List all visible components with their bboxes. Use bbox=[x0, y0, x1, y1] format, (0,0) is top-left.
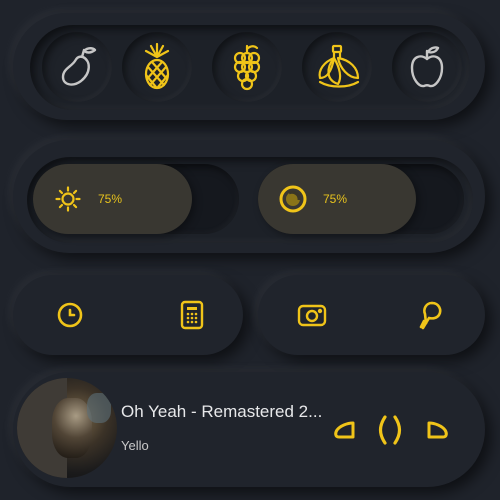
brightness-slider[interactable]: 75% bbox=[33, 164, 239, 234]
camera-icon bbox=[297, 304, 327, 327]
banana-button[interactable] bbox=[302, 32, 372, 102]
next-button[interactable] bbox=[417, 410, 457, 450]
grapes-icon bbox=[233, 44, 261, 91]
calculator-button[interactable] bbox=[172, 295, 212, 335]
grapes-button[interactable] bbox=[212, 32, 282, 102]
mango-icon bbox=[61, 47, 97, 86]
track-title: Oh Yeah - Remastered 2... bbox=[121, 402, 323, 421]
sun-icon bbox=[55, 186, 81, 212]
drumstick-icon bbox=[419, 301, 442, 330]
dial-icon bbox=[279, 185, 307, 213]
clock-icon bbox=[57, 302, 83, 328]
previous-icon bbox=[334, 421, 355, 439]
food-button[interactable] bbox=[410, 295, 450, 335]
track-artist: Yello bbox=[121, 438, 149, 453]
previous-button[interactable] bbox=[325, 410, 365, 450]
apple-icon bbox=[410, 46, 444, 88]
next-icon bbox=[427, 421, 448, 439]
pause-icon bbox=[378, 415, 402, 445]
apple-button[interactable] bbox=[392, 32, 462, 102]
pause-button[interactable] bbox=[370, 410, 410, 450]
pineapple-icon bbox=[144, 43, 170, 90]
mango-button[interactable] bbox=[42, 32, 112, 102]
brightness-value: 75% bbox=[98, 192, 123, 206]
pineapple-button[interactable] bbox=[122, 32, 192, 102]
clock-button[interactable] bbox=[50, 295, 90, 335]
album-art bbox=[17, 378, 117, 478]
calculator-icon bbox=[180, 300, 204, 330]
volume-slider[interactable]: 75% bbox=[258, 164, 464, 234]
camera-button[interactable] bbox=[292, 295, 332, 335]
volume-value: 75% bbox=[323, 192, 348, 206]
banana-icon bbox=[318, 44, 360, 88]
